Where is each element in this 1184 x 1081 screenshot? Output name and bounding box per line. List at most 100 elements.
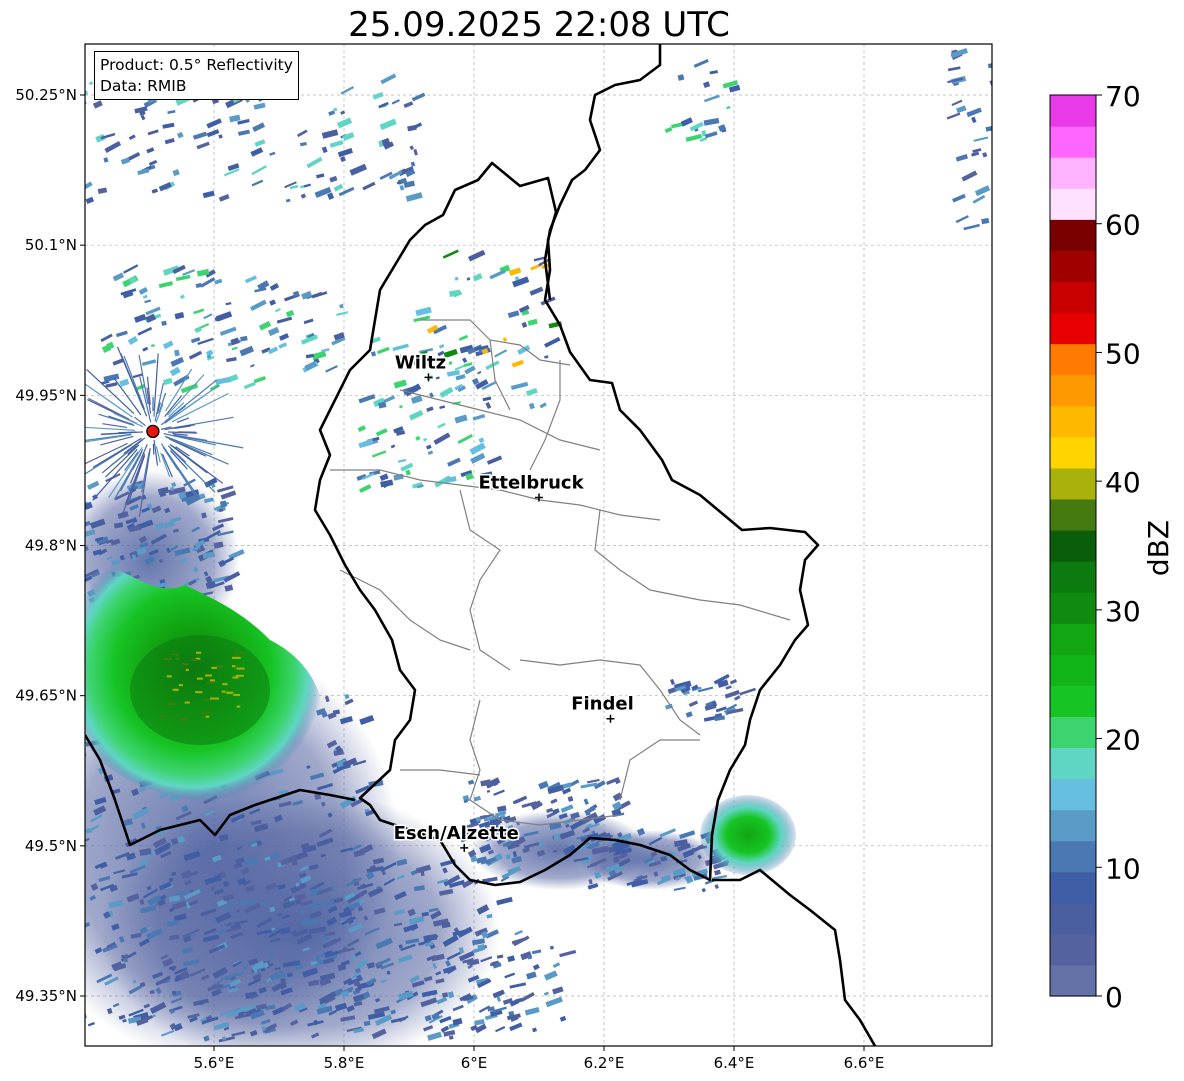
echo-core-streak xyxy=(172,688,179,691)
echo-streak xyxy=(993,66,1000,72)
echo-core-streak xyxy=(191,658,198,661)
echo-core-streak xyxy=(185,668,189,671)
x-tick-label: 5.8°E xyxy=(324,1054,365,1072)
echo-core-streak xyxy=(160,715,167,718)
x-tick-label: 6.4°E xyxy=(714,1054,755,1072)
echo-streak xyxy=(62,764,70,769)
echo-streak xyxy=(51,754,63,762)
y-tick-label: 49.65°N xyxy=(15,687,77,705)
city-label: Wiltz xyxy=(395,352,446,373)
echo-core-streak xyxy=(232,676,239,679)
city-label: Esch/Alzette xyxy=(394,823,519,844)
echo-streak xyxy=(172,990,177,995)
echo-streak xyxy=(69,785,82,792)
echo-streak xyxy=(63,966,78,976)
echo-streak xyxy=(333,107,338,112)
echo-streak xyxy=(31,865,46,876)
echo-streak xyxy=(39,824,47,829)
echo-streak xyxy=(46,716,61,725)
echo-streak xyxy=(53,791,59,796)
y-tick-label: 50.25°N xyxy=(15,86,77,104)
echo-streak xyxy=(48,737,64,748)
echo-core-streak xyxy=(209,679,215,682)
echo-core-streak xyxy=(178,684,183,687)
echo-core-streak xyxy=(196,677,203,680)
echo-core-streak xyxy=(232,665,236,668)
echo-core-streak xyxy=(205,715,210,718)
city-label: Findel xyxy=(571,694,634,715)
echo-core-streak xyxy=(182,719,187,722)
product-label: Product: 0.5° Reflectivity xyxy=(100,56,293,74)
product-info-box: Product: 0.5° Reflectivity Data: RMIB xyxy=(94,51,299,100)
echo-streak xyxy=(31,930,48,938)
echo-streak xyxy=(57,809,65,813)
echo-streak xyxy=(73,490,82,497)
x-tick-label: 6.2°E xyxy=(584,1054,625,1072)
echo-core-streak xyxy=(231,656,241,659)
echo-core-streak xyxy=(205,674,212,677)
echo-streak xyxy=(76,934,82,939)
echo-core xyxy=(130,635,270,745)
echo-streak xyxy=(73,870,78,875)
echo-core-streak xyxy=(221,690,226,693)
y-tick-label: 50.1°N xyxy=(25,236,77,254)
echo-core-streak xyxy=(222,683,228,686)
echo-streak xyxy=(71,503,77,507)
echo-streak xyxy=(69,898,79,905)
echo-streak xyxy=(169,877,174,882)
echo-streak xyxy=(60,1023,76,1034)
echo-core-streak xyxy=(172,653,179,656)
echo-core-streak xyxy=(204,698,211,701)
echo-streak xyxy=(56,970,63,976)
echo-streak xyxy=(44,718,52,723)
echo-streak xyxy=(62,860,70,867)
echo-streak xyxy=(73,708,81,714)
echo-streak xyxy=(52,732,65,741)
echo-core-streak xyxy=(195,691,203,694)
echo-streak xyxy=(62,772,71,779)
echo-core-streak xyxy=(236,705,241,708)
echo-streak xyxy=(40,1011,48,1018)
echo-streak xyxy=(549,945,554,950)
echo-core-streak xyxy=(233,652,238,655)
echo-streak xyxy=(41,713,58,725)
echo-streak xyxy=(61,1009,74,1018)
echo-streak xyxy=(219,500,228,508)
echo-core-streak xyxy=(211,666,217,669)
echo-streak xyxy=(71,582,85,590)
echo-streak xyxy=(77,958,82,964)
echo-core-streak xyxy=(233,693,241,696)
echo-core-streak xyxy=(184,701,190,704)
y-tick-label: 49.5°N xyxy=(25,837,77,855)
y-tick-label: 49.8°N xyxy=(25,537,77,555)
echo-se-cell xyxy=(700,795,796,875)
x-tick-label: 5.6°E xyxy=(194,1054,235,1072)
echo-streak xyxy=(994,221,1002,228)
echo-core-streak xyxy=(167,703,176,706)
echo-core-streak xyxy=(182,663,189,666)
y-tick-label: 49.35°N xyxy=(15,987,77,1005)
echo-streak xyxy=(58,730,66,735)
echo-streak xyxy=(174,977,180,982)
echo-streak xyxy=(35,872,49,880)
radar-site-marker xyxy=(146,424,160,439)
echo-streak xyxy=(57,918,71,929)
echo-streak xyxy=(79,869,84,874)
echo-streak xyxy=(36,929,52,937)
echo-core-streak xyxy=(239,651,245,654)
echo-streak xyxy=(40,757,50,762)
echo-streak xyxy=(38,714,44,720)
x-tick-label: 6.6°E xyxy=(844,1054,885,1072)
city-label: Ettelbruck xyxy=(478,472,584,493)
echo-core-streak xyxy=(210,697,219,700)
echo-core-streak xyxy=(166,675,172,678)
echo-core-streak xyxy=(175,657,180,660)
echo-streak xyxy=(73,573,84,580)
echo-streak xyxy=(41,900,57,907)
echo-core-streak xyxy=(236,667,245,670)
echo-core-streak xyxy=(195,651,202,654)
x-tick-label: 6°E xyxy=(461,1054,488,1072)
echo-core-streak xyxy=(226,691,233,694)
echo-core-streak xyxy=(215,665,223,668)
echo-streak xyxy=(63,775,80,785)
